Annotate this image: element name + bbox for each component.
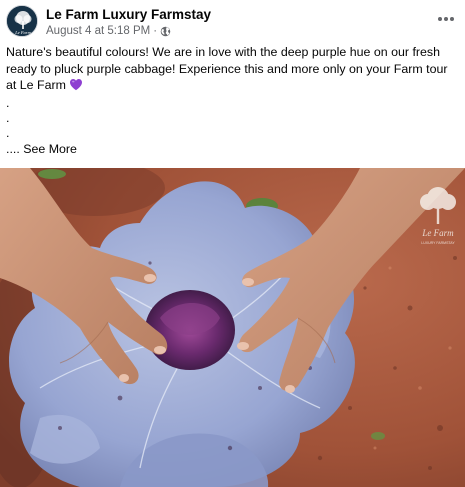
caption-more-line: .... See More (6, 141, 458, 158)
globe-icon[interactable] (160, 26, 171, 37)
caption-ellipsis: .... (6, 141, 20, 156)
caption-dot-line: . (6, 95, 10, 110)
page-name-link[interactable]: Le Farm Luxury Farmstay (46, 7, 211, 22)
post-header: Le Farm Le Farm Luxury Farmstay August 4… (0, 0, 465, 42)
post-timestamp[interactable]: August 4 at 5:18 PM (46, 25, 150, 37)
more-options-icon[interactable] (433, 8, 459, 30)
caption-dot-line: . (6, 110, 10, 125)
watermark-tagline: LUXURY FARMSTAY (421, 241, 455, 245)
post-photo[interactable]: Le Farm LUXURY FARMSTAY (0, 168, 465, 487)
post-meta: August 4 at 5:18 PM · (46, 24, 171, 38)
hands-holding-purple-cabbage-photo: Le Farm LUXURY FARMSTAY (0, 168, 465, 487)
post-caption: Nature's beautiful colours! We are in lo… (6, 44, 458, 157)
page-avatar[interactable]: Le Farm (6, 5, 38, 37)
tree-logo-icon: Le Farm (7, 6, 37, 36)
see-more-link[interactable]: See More (23, 142, 77, 156)
caption-text-block: Nature's beautiful colours! We are in lo… (6, 44, 458, 96)
purple-heart-icon (69, 78, 83, 96)
meta-separator: · (153, 25, 158, 37)
avatar-logo-text: Le Farm (14, 30, 31, 35)
watermark-text: Le Farm (421, 228, 454, 238)
facebook-post: Le Farm Le Farm Luxury Farmstay August 4… (0, 0, 465, 487)
caption-dot-line: . (6, 125, 10, 140)
